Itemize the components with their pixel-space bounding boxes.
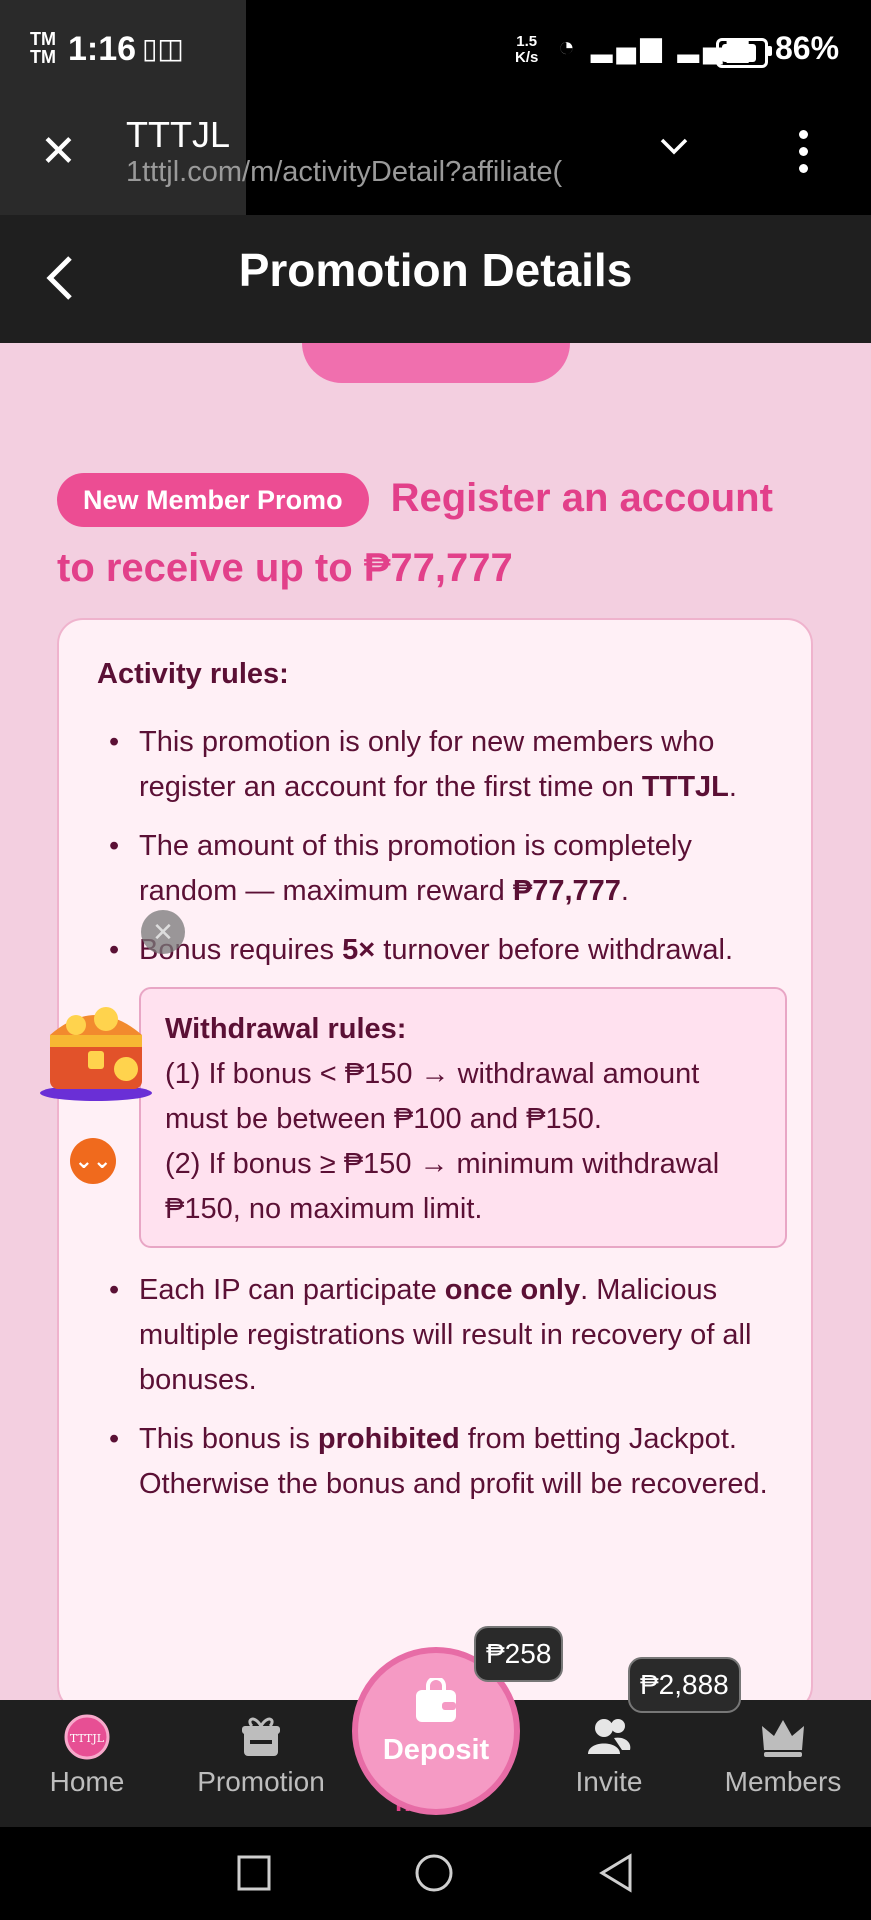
double-chevron-down-icon[interactable]: ⌄⌄ [70,1138,116,1184]
deposit-label: Deposit [382,1734,490,1766]
invite-bonus-bubble: ₱2,888 [628,1657,741,1713]
treasure-chest-icon[interactable] [36,985,156,1105]
battery-icon [716,38,768,68]
rule-bold: once only [444,1274,581,1306]
rule-item: The amount of this promotion is complete… [97,824,787,914]
activity-rules-card: Activity rules: This promotion is only f… [57,618,813,1700]
rule-text: This bonus is [139,1423,318,1455]
chevron-down-icon[interactable] [660,132,688,160]
rule-text: Each IP can participate [139,1274,445,1306]
wallet-bag-icon [416,1678,456,1722]
deposit-bonus-bubble: ₱258 [474,1626,564,1682]
rule-bold: ₱77,777 [512,875,621,907]
rules-title: Activity rules: [97,658,289,690]
battery-tip [767,46,772,56]
close-icon[interactable]: ✕ [141,910,185,954]
rules-list: This promotion is only for new members w… [97,720,787,1521]
nav-promotion-label: Promotion [197,1766,325,1797]
home-circle-icon[interactable] [414,1853,454,1893]
site-title: TTTJL [126,114,230,155]
gift-icon [242,1717,280,1756]
rule-item: This promotion is only for new members w… [97,720,787,810]
rule-item: This bonus is prohibited from betting Ja… [97,1417,787,1507]
rule-item: Each IP can participate once only. Malic… [97,1268,787,1403]
withdrawal-rule-1: (1) If bonus < ₱150 → withdrawal amount … [165,1058,700,1135]
withdrawal-rules-box: Withdrawal rules: (1) If bonus < ₱150 → … [139,987,787,1248]
nav-members-label: Members [724,1766,842,1797]
nav-home-label: Home [49,1766,125,1797]
network-speed: 1.5 K/s [515,33,539,66]
rule-bold: TTTJL [641,771,729,803]
carrier-mark: TM TM [30,29,56,67]
rule-text: This promotion is only for new members w… [139,726,715,803]
page-title: Promotion Details [238,244,633,296]
more-vertical-icon[interactable] [795,130,811,180]
recent-apps-icon[interactable] [236,1853,272,1893]
nav-promotion[interactable]: Promotion [176,1712,346,1798]
system-navigation-bar [0,1827,871,1920]
rule-bold: 5× [342,934,376,966]
vibrate-icon: ▯◫ [142,33,184,64]
clock: 1:16 [68,30,137,68]
promo-heading: New Member Promo Register an account to r… [57,463,817,603]
top-pill-button[interactable] [302,343,570,383]
close-icon[interactable]: ✕ [40,130,77,174]
rule-text: . [728,771,737,803]
page-header: Promotion Details [0,215,871,343]
withdrawal-rule-2: (2) If bonus ≥ ₱150 → minimum withdrawal… [165,1148,720,1225]
site-url[interactable]: 1tttjl.com/m/activityDetail?affiliate( [126,156,626,189]
nav-invite-label: Invite [575,1766,643,1797]
rule-bold: prohibited [317,1423,460,1455]
new-member-badge: New Member Promo [57,473,369,528]
nav-home[interactable]: TTTJL Home [2,1712,172,1798]
back-triangle-icon[interactable] [598,1853,634,1893]
browser-toolbar: ✕ TTTJL 1tttjl.com/m/activityDetail?affi… [0,100,871,215]
battery-percent: 86% [775,30,840,66]
withdrawal-rules-title: Withdrawal rules: [165,1013,407,1045]
home-logo-icon: TTTJL [64,1714,110,1760]
status-bar: TM TM 1:16 ▯◫ 1.5 K/s ◔ ▂▄▆ ▂▄▆ 86% [0,0,871,215]
nav-invite[interactable]: Invite [524,1712,694,1798]
rule-text: turnover before withdrawal. [375,934,734,966]
crown-icon [762,1720,804,1757]
invite-users-icon [588,1719,631,1754]
rule-item: Bonus requires 5× turnover before withdr… [97,928,787,973]
rule-text: . [620,875,629,907]
svg-text:TTTJL: TTTJL [70,1732,105,1745]
nav-members[interactable]: Members [698,1712,868,1798]
